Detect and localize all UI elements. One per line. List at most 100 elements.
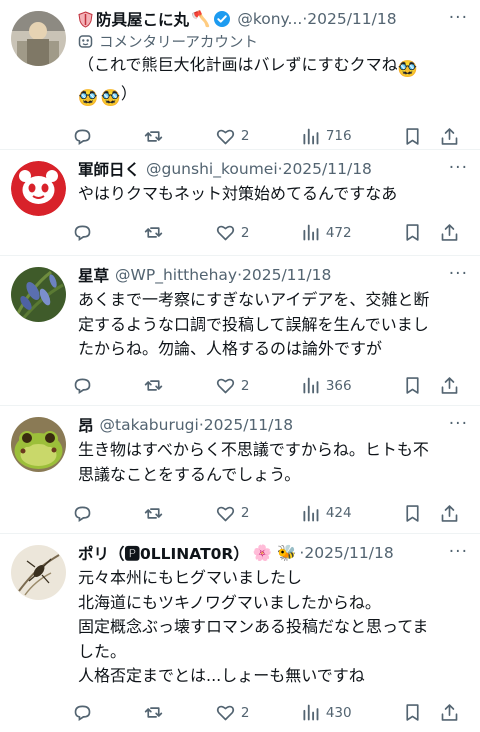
reply-tweet[interactable]: ··· 昂 @takaburugi · 2025/11/18 生き物はすべからく… (0, 406, 480, 534)
more-options-icon[interactable]: ··· (449, 158, 468, 178)
bookmark-button[interactable] (402, 499, 423, 527)
repost-button[interactable] (143, 219, 164, 247)
display-name[interactable]: 昂 (78, 414, 94, 436)
share-icon (441, 704, 458, 721)
views-button[interactable]: 430 (300, 699, 352, 727)
more-options-icon[interactable]: ··· (449, 414, 468, 434)
tweet-text-line: （これで熊巨大化計画はバレずにすむクマね (78, 55, 398, 74)
tweet-text: （これで熊巨大化計画はバレずにすむクマね🥸 🥸 🥸） (78, 53, 466, 110)
bookmark-button[interactable] (402, 372, 423, 400)
avatar[interactable] (11, 11, 66, 66)
repost-icon (145, 507, 163, 519)
view-count: 430 (325, 704, 352, 721)
like-button[interactable]: 2 (215, 122, 249, 150)
secondary-actions (402, 372, 460, 400)
reply-button[interactable] (72, 372, 93, 400)
secondary-actions (402, 699, 460, 727)
views-icon (303, 224, 319, 241)
reply-feed: ··· 防具屋こに丸 🪓 @kony... · 2025/11/18 コメンタリ… (0, 0, 480, 732)
reply-tweet[interactable]: ··· 防具屋こに丸 🪓 @kony... · 2025/11/18 コメンタリ… (0, 0, 480, 150)
post-date[interactable]: 2025/11/18 (307, 10, 396, 28)
tweet-text-line: 人格否定までとは...しょーも無いですね (78, 666, 365, 685)
post-date[interactable]: 2025/11/18 (204, 416, 293, 434)
avatar[interactable] (11, 161, 66, 216)
share-icon (441, 127, 458, 145)
share-icon (441, 504, 458, 522)
post-date[interactable]: 2025/11/18 (242, 266, 331, 284)
repost-icon (145, 380, 163, 391)
reply-button[interactable] (72, 219, 93, 247)
view-count: 366 (325, 377, 352, 394)
disguise-emoji: 🥸 (78, 87, 98, 107)
repost-icon (145, 130, 163, 142)
repost-button[interactable] (143, 499, 164, 527)
bookmark-icon (406, 224, 419, 241)
post-date[interactable]: 2025/11/18 (283, 160, 372, 178)
bookmark-button[interactable] (402, 699, 423, 727)
bookmark-icon (406, 704, 419, 721)
reply-icon (74, 225, 91, 242)
user-handle[interactable]: @WP_hitthehay (115, 266, 237, 284)
views-icon (303, 377, 319, 394)
share-button[interactable] (439, 372, 460, 400)
more-options-icon[interactable]: ··· (449, 8, 468, 28)
tweet-text-line: あくまで一考察にすぎないアイデアを、交雑と断 (78, 290, 430, 309)
display-name[interactable]: 軍師日く (78, 158, 140, 180)
user-handle[interactable]: @gunshi_koumei (146, 160, 278, 178)
view-count: 424 (325, 505, 352, 521)
tweet-text-line: 北海道にもツキノワグマいましたからね。 (78, 592, 381, 612)
share-icon (441, 377, 458, 394)
reply-button[interactable] (72, 122, 93, 150)
tweet-text: 元々本州にもヒグマいましたし 北海道にもツキノワグマいましたからね。 固定概念ぶ… (78, 566, 466, 689)
views-button[interactable]: 472 (300, 219, 352, 247)
tweet-text-line: 思議なことをするんでしょう。 (78, 464, 301, 484)
tweet-actions: 2 472 (72, 213, 466, 253)
reply-tweet[interactable]: ··· ポリ（🅿0LLINAT0R） 🌸 🐝 · 2025/11/18 元々本州… (0, 534, 480, 732)
display-name[interactable]: 防具屋こに丸 (96, 8, 189, 30)
repost-button[interactable] (143, 699, 164, 727)
user-handle[interactable]: @kony... (237, 10, 302, 28)
views-button[interactable]: 716 (300, 122, 352, 150)
like-button[interactable]: 2 (215, 699, 249, 727)
repost-button[interactable] (143, 122, 164, 150)
tweet-header: ポリ（🅿0LLINAT0R） 🌸 🐝 · 2025/11/18 (78, 542, 466, 564)
tweet-text: あくまで一考察にすぎないアイデアを、交雑と断 定するような口調で投稿して誤解を生… (78, 288, 466, 362)
share-button[interactable] (439, 122, 460, 150)
tweet-text-line: たからね。勿論、人格するのは論外ですが (78, 339, 383, 358)
flower-bee-emoji: 🌸 🐝 (252, 544, 297, 562)
views-button[interactable]: 366 (300, 372, 352, 400)
user-handle[interactable]: @takaburugi (100, 416, 199, 434)
disguise-emoji: 🥸 (100, 87, 121, 107)
tweet-actions: 2 366 (72, 366, 466, 406)
bookmark-button[interactable] (402, 122, 423, 150)
share-button[interactable] (439, 499, 460, 527)
more-options-icon[interactable]: ··· (449, 264, 468, 284)
heart-icon (216, 378, 234, 394)
axe-emoji: 🪓 (191, 10, 211, 28)
like-button[interactable]: 2 (215, 219, 249, 247)
avatar[interactable] (11, 267, 66, 322)
like-button[interactable]: 2 (215, 499, 249, 527)
reply-tweet[interactable]: ··· 星草 @WP_hitthehay · 2025/11/18 あくまで一考… (0, 256, 480, 406)
views-icon (303, 505, 319, 521)
reply-tweet[interactable]: ··· 軍師日く @gunshi_koumei · 2025/11/18 やはり… (0, 150, 480, 256)
repost-icon (145, 227, 163, 238)
display-name[interactable]: 星草 (78, 264, 109, 286)
repost-button[interactable] (143, 372, 164, 400)
display-name[interactable]: ポリ（🅿0LLINAT0R） (78, 542, 249, 564)
share-button[interactable] (439, 699, 460, 727)
reply-button[interactable] (72, 699, 93, 727)
post-date[interactable]: 2025/11/18 (304, 544, 393, 562)
reply-button[interactable] (72, 499, 93, 527)
tweet-text-line: 生き物はすべからく不思議ですからね。ヒトも不 (78, 440, 429, 459)
heart-icon (216, 225, 234, 241)
share-button[interactable] (439, 219, 460, 247)
more-options-icon[interactable]: ··· (449, 542, 468, 562)
tweet-text-line: 元々本州にもヒグマいましたし (78, 568, 303, 587)
views-button[interactable]: 424 (300, 499, 352, 527)
like-button[interactable]: 2 (215, 372, 249, 400)
avatar[interactable] (11, 417, 66, 472)
avatar[interactable] (11, 545, 66, 600)
reply-icon (74, 705, 91, 722)
bookmark-button[interactable] (402, 219, 423, 247)
